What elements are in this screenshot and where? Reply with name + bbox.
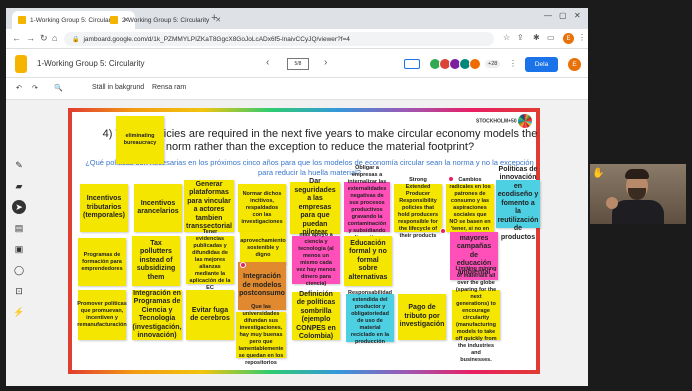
tab-label: 2-Working Group 5: Circularity: [122, 16, 210, 24]
pin-icon: [240, 262, 246, 268]
sticky-note[interactable]: Tener evidencias publicadas y difundidas…: [186, 229, 234, 291]
sticky-note-icon[interactable]: ▤: [12, 221, 26, 235]
logo-text: STOCKHOLM+50: [475, 118, 517, 125]
sticky-note[interactable]: Integración en Programas de Ciencia y Te…: [132, 290, 182, 340]
avatar: [469, 58, 481, 70]
sticky-note[interactable]: Programas de formación para emprendedore…: [78, 238, 126, 286]
redo-icon[interactable]: ↷: [32, 84, 38, 92]
address-bar: ← → ↻ ⌂ 🔒 jamboard.google.com/d/1k_PZMMY…: [6, 29, 588, 49]
participant-hand: [606, 197, 618, 209]
collaborator-avatars: [429, 58, 481, 70]
eraser-icon[interactable]: ▰: [12, 179, 26, 193]
sticky-note[interactable]: Evitar fuga de cerebros: [186, 290, 234, 340]
stockholm-logo: STOCKHOLM+50: [476, 114, 532, 128]
share-label: Dela: [534, 61, 549, 68]
forward-icon[interactable]: →: [26, 33, 35, 43]
sticky-note[interactable]: Promover políticas que promuevan, incent…: [77, 290, 127, 340]
sticky-note[interactable]: Políticas de innovación en ecodiseño y f…: [496, 166, 540, 241]
participant-torso: [612, 200, 664, 224]
document-title[interactable]: 1-Working Group 5: Circularity: [37, 59, 144, 68]
sdg-wheel-icon: [518, 114, 532, 128]
close-window-icon[interactable]: ✕: [574, 11, 581, 20]
url-field[interactable]: 🔒 jamboard.google.com/d/1k_PZMMYLPIZKaT8…: [64, 32, 494, 46]
sticky-note[interactable]: Normar dichos incitivos, respaldados con…: [238, 184, 286, 232]
frame-canvas[interactable]: STOCKHOLM+50 4) Which policies are requi…: [72, 112, 540, 370]
set-background-button[interactable]: Ställ in bakgrund: [92, 84, 144, 91]
sticky-note[interactable]: Tax pollutters instead of subsidizing th…: [132, 236, 180, 286]
text-box-icon[interactable]: ⊡: [12, 284, 26, 298]
sticky-note[interactable]: Que las universidades difundan sus inves…: [236, 304, 286, 366]
jamboard-favicon-icon: [110, 16, 118, 24]
raise-hand-icon: ✋: [592, 168, 605, 179]
home-icon[interactable]: ⌂: [52, 33, 57, 43]
more-collaborators-badge[interactable]: +28: [485, 60, 501, 68]
browser-profile-avatar[interactable]: E: [563, 33, 574, 44]
sticky-note[interactable]: Responsabilidad extendida del productor …: [346, 290, 394, 345]
lock-icon: 🔒: [72, 36, 80, 43]
frame-question: 4) Which policies are required in the ne…: [102, 128, 538, 153]
screen: 1-Working Group 5: Circularity ✕ 2-Worki…: [6, 8, 588, 386]
pin-icon: [440, 228, 446, 234]
reload-icon[interactable]: ↻: [40, 33, 48, 44]
undo-icon[interactable]: ↶: [16, 84, 22, 92]
sticky-note[interactable]: eliminating bureaucracy: [116, 116, 164, 164]
laser-icon[interactable]: ⚡: [12, 305, 26, 319]
sidebar-icon[interactable]: ▭: [547, 33, 555, 42]
bookmark-star-icon[interactable]: ☆: [503, 33, 510, 42]
sticky-note[interactable]: Dar seguridades a las empresas para que …: [290, 178, 340, 236]
sticky-note[interactable]: Definición de políticas sombrilla (ejemp…: [292, 291, 340, 340]
back-icon[interactable]: ←: [12, 33, 21, 43]
sticky-note[interactable]: Generar plataformas para vincular a acto…: [184, 180, 234, 232]
jamboard-header: 1-Working Group 5: Circularity ‹ 5/8 › +…: [6, 50, 588, 78]
more-options-icon[interactable]: ⋮: [509, 59, 517, 68]
new-tab-icon[interactable]: +: [211, 12, 217, 24]
browser-menu-icon[interactable]: ⋮: [578, 33, 586, 42]
previous-frame-icon[interactable]: ‹: [266, 57, 269, 68]
drawing-tools: ✎ ▰ ➤ ▤ ▣ ◯ ⊡ ⚡: [10, 158, 28, 326]
jam-frame: STOCKHOLM+50 4) Which policies are requi…: [68, 108, 540, 374]
jamboard-toolbar: ↶ ↷ 🔍 Ställ in bakgrund Rensa ram: [6, 78, 588, 100]
account-avatar[interactable]: E: [568, 58, 581, 71]
sticky-note[interactable]: Limiting mining of materials all over th…: [452, 266, 500, 363]
frame-indicator[interactable]: 5/8: [287, 58, 309, 70]
browser-tabstrip: 1-Working Group 5: Circularity ✕ 2-Worki…: [6, 8, 588, 29]
jamboard-logo-icon[interactable]: [15, 55, 27, 73]
zoom-icon[interactable]: 🔍: [54, 84, 63, 92]
clear-frame-button[interactable]: Rensa ram: [152, 84, 186, 91]
next-frame-icon[interactable]: ›: [324, 57, 327, 68]
sticky-note[interactable]: Pago de tributo por investigación: [398, 294, 446, 340]
sticky-note[interactable]: Cambios radicales en los patrones de con…: [446, 177, 494, 239]
maximize-icon[interactable]: ▢: [559, 11, 567, 20]
sticky-note[interactable]: Educación formal y no formal sobre alter…: [344, 236, 392, 286]
image-icon[interactable]: ▣: [12, 242, 26, 256]
extensions-icon[interactable]: ✱: [533, 33, 540, 42]
sticky-note[interactable]: Incentivos tributarios (temporales): [80, 184, 128, 232]
sticky-note[interactable]: Incentivos arancelarios: [134, 184, 182, 232]
share-page-icon[interactable]: ⇪: [517, 33, 524, 42]
sticky-note[interactable]: aprovechamiento sostenible y digno: [240, 232, 286, 264]
sticky-note[interactable]: Obligar a empresas a internalizar las ex…: [344, 165, 390, 248]
participant-hair: [625, 169, 649, 179]
share-button[interactable]: Dela: [525, 57, 558, 72]
circle-icon[interactable]: ◯: [12, 263, 26, 277]
url-text: jamboard.google.com/d/1k_PZMMYLPIZKaT8Gg…: [83, 35, 350, 43]
sticky-note[interactable]: mas apoyo a ciencia y tecnologia (al men…: [292, 232, 340, 287]
minimize-icon[interactable]: —: [544, 11, 552, 20]
pen-icon[interactable]: ✎: [12, 158, 26, 172]
tab-working-group-2[interactable]: 2-Working Group 5: Circularity ✕: [104, 11, 227, 29]
present-icon[interactable]: [404, 59, 420, 69]
jamboard-favicon-icon: [18, 16, 26, 24]
select-icon[interactable]: ➤: [12, 200, 26, 214]
pin-icon: [448, 176, 454, 182]
sticky-note[interactable]: Strong Extended Producer Responsibility …: [394, 177, 442, 239]
